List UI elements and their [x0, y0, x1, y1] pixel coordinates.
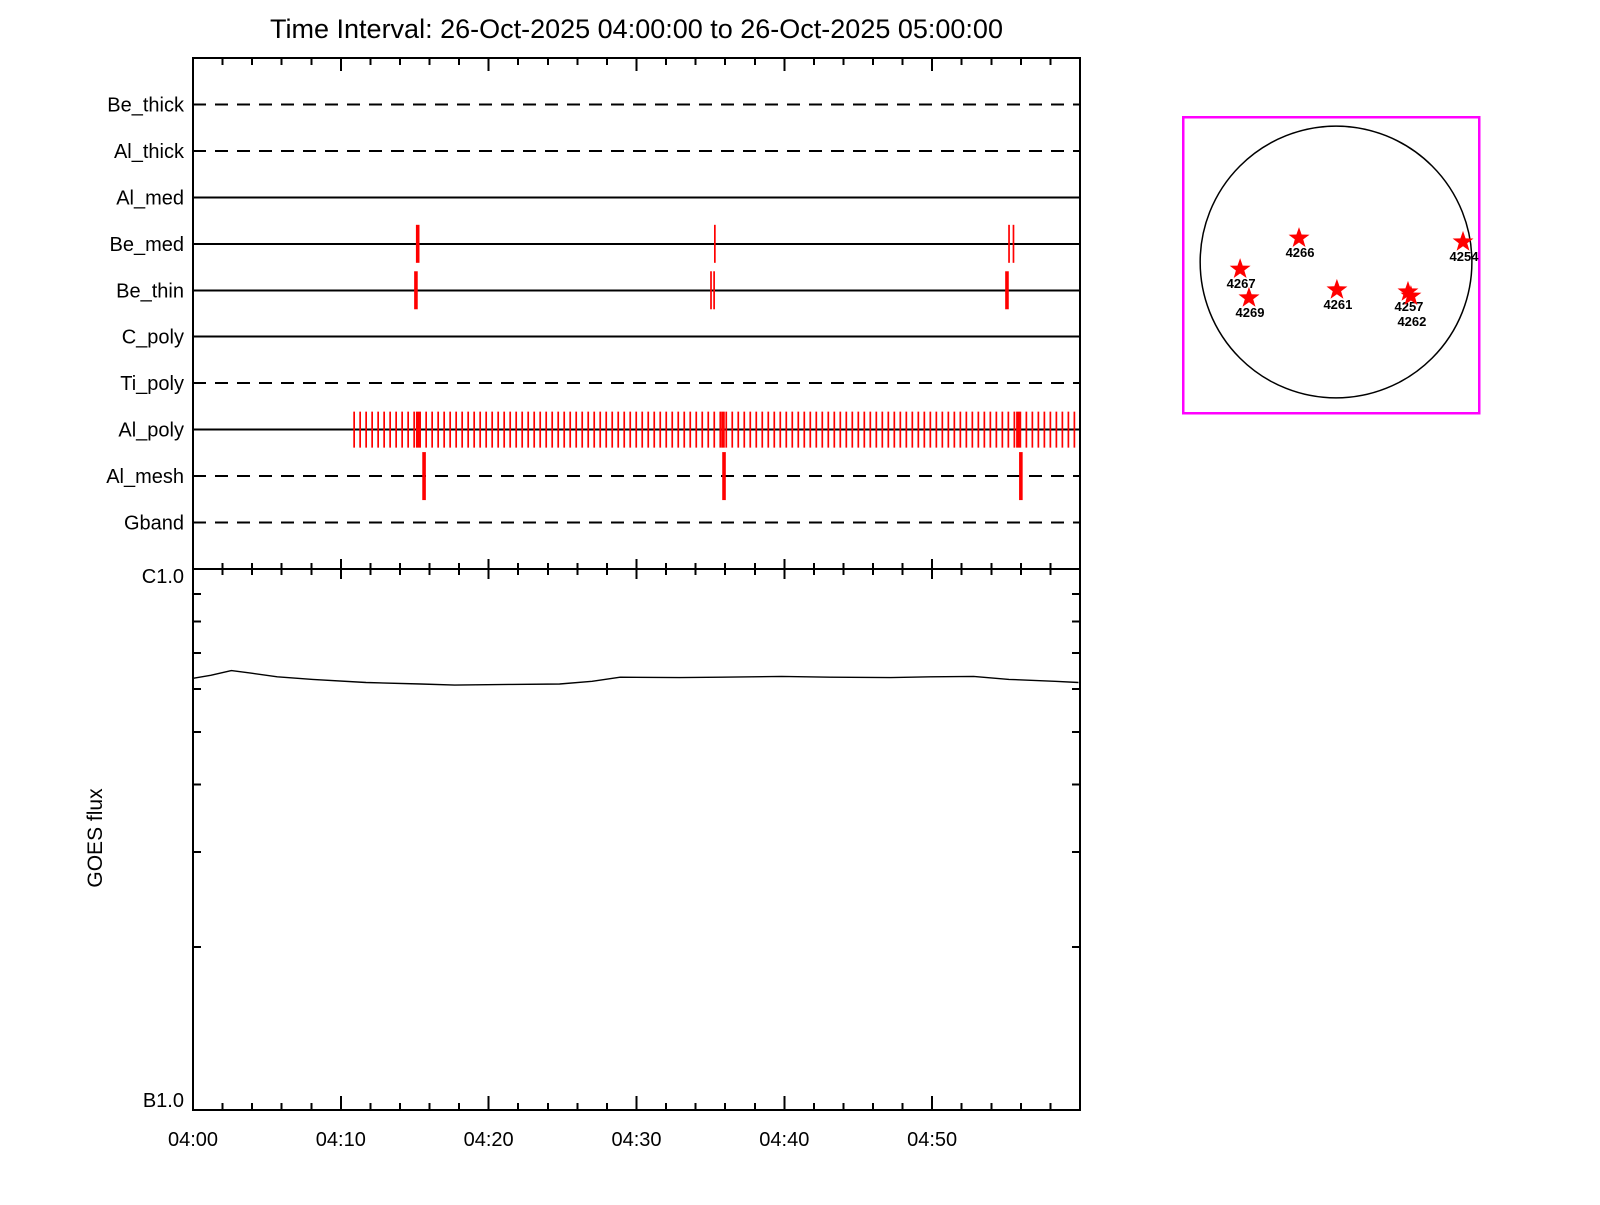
- active-region-star-4267: [1229, 258, 1251, 278]
- inset-border: [1181, 115, 1481, 415]
- goes-flux-curve: [192, 669, 1079, 686]
- active-region-star-4254: [1452, 230, 1474, 251]
- x-tick-label: 04:10: [316, 1129, 366, 1151]
- filter-channel-timeline-panel: Be_thick Al_thick Al_med Be_med Be_thin C_pol…: [106, 57, 1081, 579]
- active-region-star-4261: [1326, 278, 1348, 299]
- x-tick-label: 04:40: [759, 1129, 809, 1151]
- x-tick-label: 04:20: [464, 1129, 514, 1151]
- y-axis-bottom-label: B1.0: [143, 1090, 184, 1112]
- goes-flux-panel: 04:00 04:10 04:20 04:30 04:40 04:50 C1.0 B1.0 GO…: [84, 566, 1081, 1151]
- filter-label-Ti_poly: Ti_poly: [120, 373, 184, 395]
- filter-label-Be_thick: Be_thick: [107, 94, 185, 116]
- filter-label-Be_med: Be_med: [110, 234, 185, 256]
- active-region-label-4267: 4267: [1227, 276, 1256, 291]
- y-axis-top-label: C1.0: [142, 566, 184, 588]
- active-region-label-4254: 4254: [1450, 249, 1480, 264]
- filter-label-C_poly: C_poly: [122, 327, 184, 349]
- filter-label-Al_thick: Al_thick: [114, 141, 185, 163]
- figure-title: Time Interval: 26-Oct-2025 04:00:00 to 2…: [270, 14, 1003, 44]
- filter-label-Gband: Gband: [124, 513, 184, 535]
- x-tick-label: 04:30: [611, 1129, 661, 1151]
- plot-canvas: Be_thick Al_thick Al_med Be_med Be_thin C_pol…: [84, 57, 1481, 1151]
- active-region-label-4266: 4266: [1286, 245, 1315, 260]
- active-region-label-4262: 4262: [1397, 314, 1426, 329]
- filter-panel-border: [192, 57, 1081, 570]
- observation-timeline-figure: Time Interval: 26-Oct-2025 04:00:00 to 2…: [0, 0, 1600, 1200]
- active-region-star-4266: [1288, 227, 1310, 247]
- active-region-label-4261: 4261: [1323, 297, 1352, 312]
- filter-label-Al_poly: Al_poly: [118, 420, 184, 442]
- goes-flux-axis-label: GOES flux: [84, 788, 107, 888]
- filter-label-Al_mesh: Al_mesh: [106, 466, 184, 488]
- active-region-label-4269: 4269: [1236, 305, 1265, 320]
- solar-disk-inset: 4266 4254426742694261 42574262: [1181, 115, 1481, 415]
- filter-label-Al_med: Al_med: [116, 187, 184, 209]
- x-tick-label: 04:50: [907, 1129, 957, 1151]
- goes-panel-border: [192, 568, 1081, 1111]
- x-tick-label: 04:00: [168, 1129, 218, 1151]
- filter-label-Be_thin: Be_thin: [116, 280, 184, 302]
